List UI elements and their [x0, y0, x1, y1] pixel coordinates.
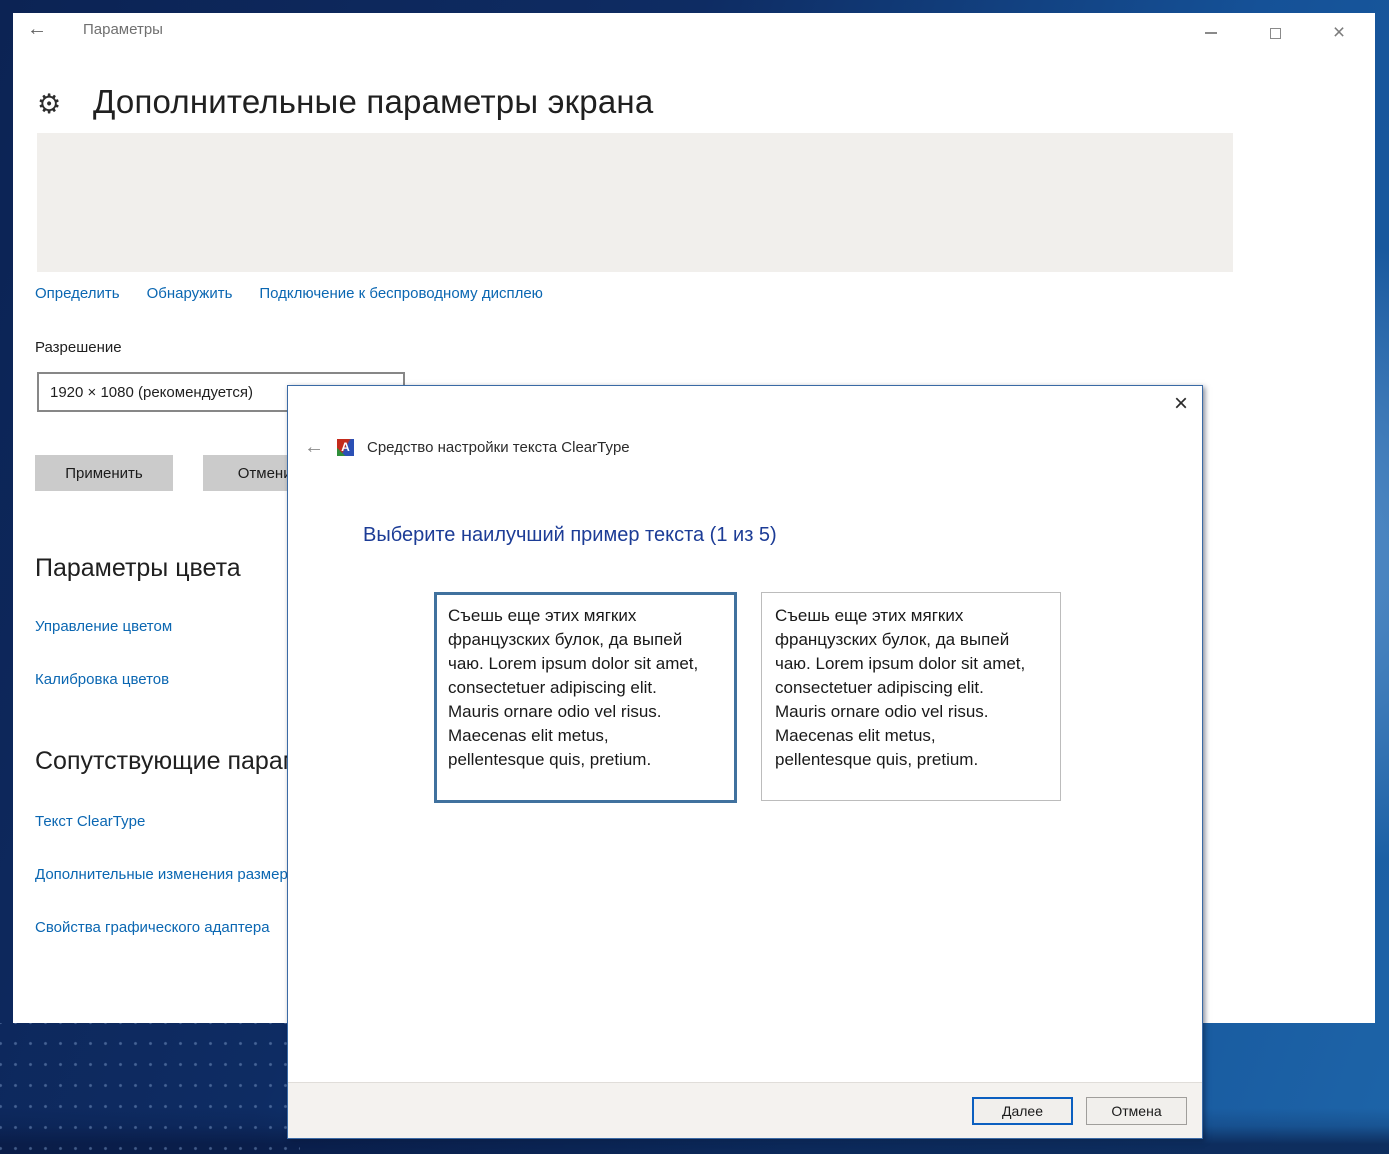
text-sample-1-text: Съешь еще этих мягких французских булок,… [448, 606, 699, 769]
text-sample-1[interactable]: Съешь еще этих мягких французских булок,… [434, 592, 737, 803]
link-wireless-display[interactable]: Подключение к беспроводному дисплею [259, 285, 543, 302]
minimize-button[interactable] [1201, 23, 1221, 43]
display-preview-area [37, 133, 1233, 272]
maximize-button[interactable] [1265, 23, 1285, 43]
close-button[interactable]: × [1329, 22, 1349, 43]
screen: ← Параметры × ⚙ Дополнительные параметры… [0, 0, 1389, 1154]
next-button[interactable]: Далее [972, 1096, 1073, 1125]
back-icon[interactable]: ← [27, 18, 47, 41]
dialog-cancel-button[interactable]: Отмена [1086, 1096, 1187, 1125]
link-cleartype-text[interactable]: Текст ClearType [35, 813, 145, 830]
link-color-calibration[interactable]: Калибровка цветов [35, 671, 169, 688]
dialog-close-icon[interactable]: × [1174, 392, 1188, 416]
display-links-row: Определить Обнаружить Подключение к бесп… [35, 285, 543, 302]
dialog-footer: Далее Отмена [288, 1082, 1202, 1138]
dialog-back-icon[interactable]: ← [304, 436, 324, 459]
resolution-label: Разрешение [35, 339, 122, 356]
settings-titlebar: ← Параметры × [13, 13, 1375, 55]
resolution-value: 1920 × 1080 (рекомендуется) [50, 383, 253, 401]
dialog-header: ← A Средство настройки текста ClearType [304, 436, 630, 459]
cleartype-app-icon-letter: A [341, 440, 350, 454]
link-display-adapter-properties[interactable]: Свойства графического адаптера [35, 919, 270, 936]
apply-button[interactable]: Применить [35, 455, 173, 491]
maximize-icon [1269, 27, 1281, 39]
link-identify[interactable]: Определить [35, 285, 120, 302]
color-settings-heading: Параметры цвета [35, 554, 241, 582]
cleartype-app-icon: A [337, 439, 354, 456]
dialog-title: Средство настройки текста ClearType [367, 439, 630, 456]
window-title: Параметры [83, 21, 163, 38]
text-sample-2-text: Съешь еще этих мягких французских булок,… [775, 606, 1026, 769]
page-title: Дополнительные параметры экрана [93, 83, 654, 120]
dialog-instruction: Выберите наилучший пример текста (1 из 5… [363, 524, 777, 546]
cleartype-dialog: × ← A Средство настройки текста ClearTyp… [287, 385, 1203, 1139]
minimize-icon [1205, 32, 1217, 34]
link-detect[interactable]: Обнаружить [147, 285, 233, 302]
desktop-dot-pattern [0, 1023, 300, 1154]
gear-icon: ⚙ [37, 89, 62, 119]
window-controls: × [1201, 21, 1349, 45]
text-sample-2[interactable]: Съешь еще этих мягких французских булок,… [761, 592, 1061, 801]
link-color-management[interactable]: Управление цветом [35, 618, 172, 635]
